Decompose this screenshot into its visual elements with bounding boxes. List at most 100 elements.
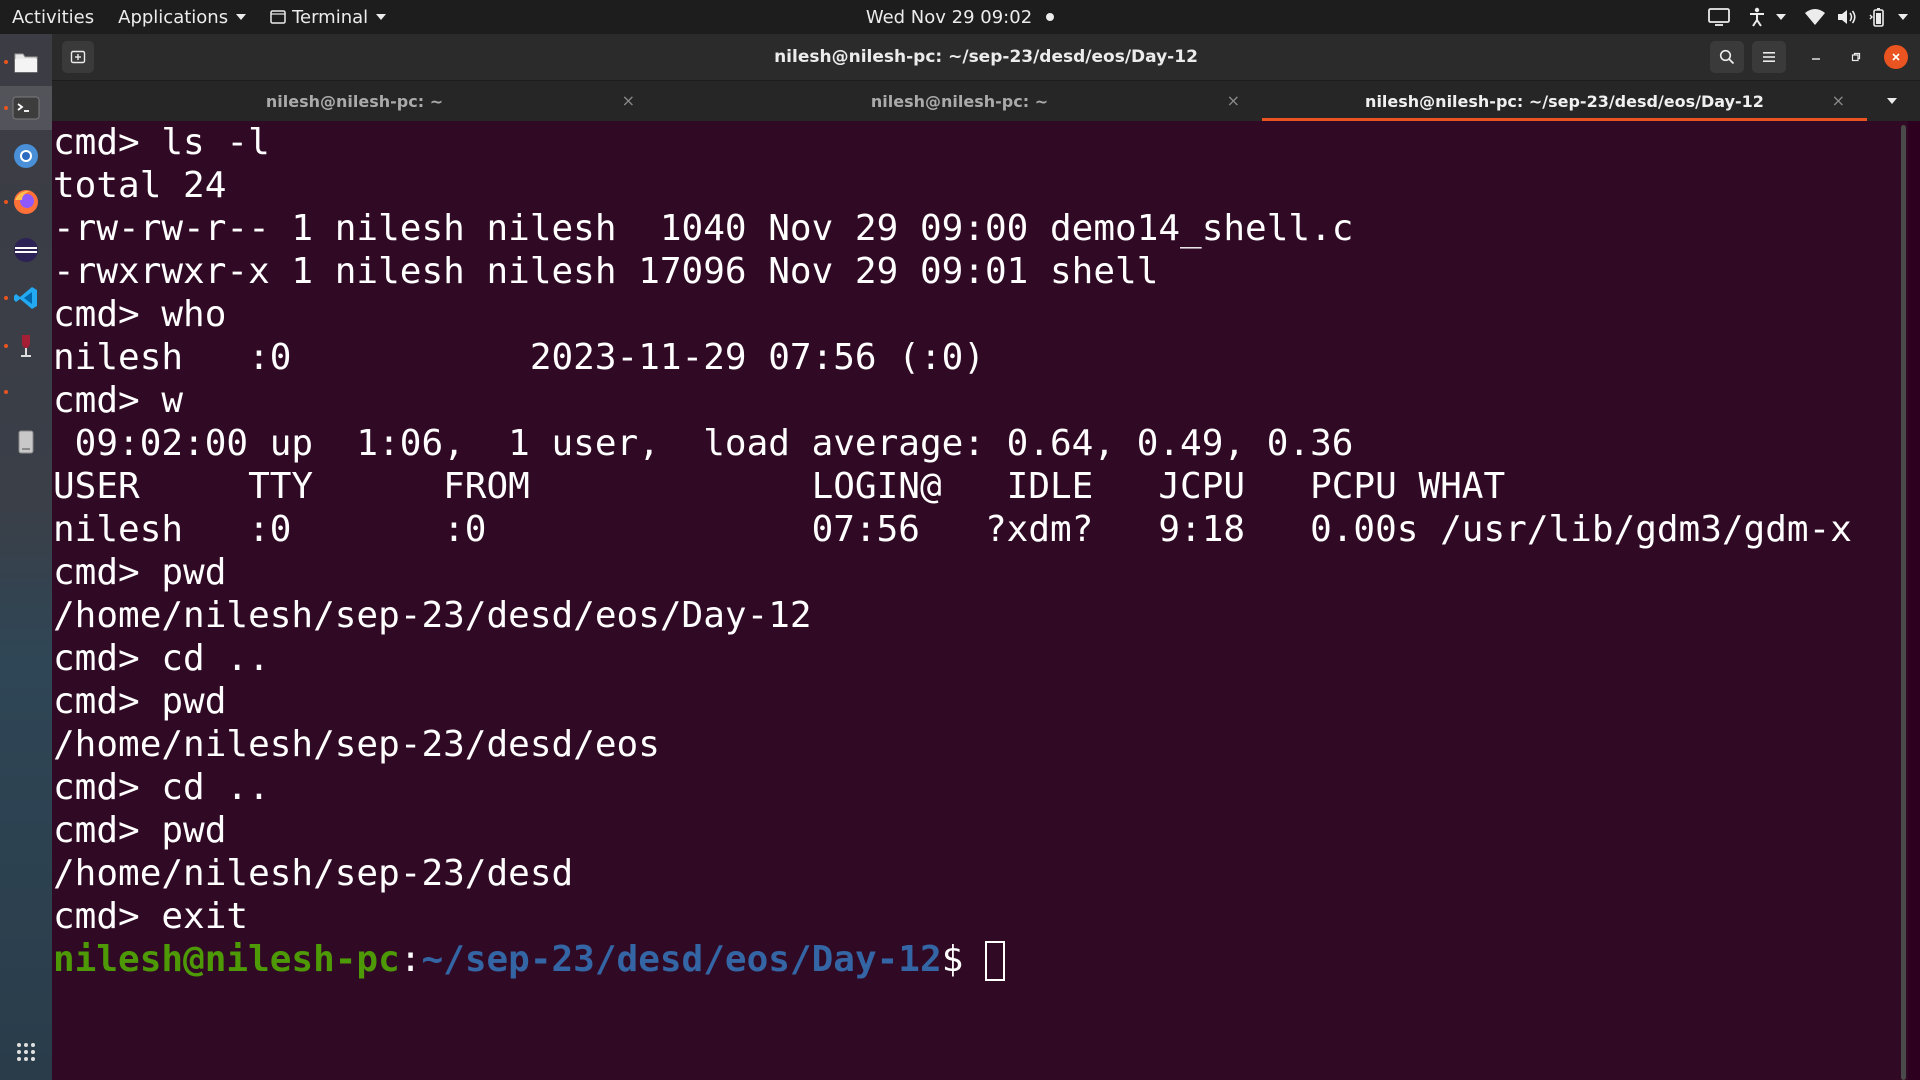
show-apps-button[interactable] [0, 1032, 52, 1072]
chevron-down-icon [1776, 14, 1786, 20]
accessibility-icon [1750, 7, 1764, 27]
dock-firefox[interactable] [0, 180, 52, 224]
dock-wine[interactable] [0, 324, 52, 368]
battery-icon [1869, 8, 1884, 27]
minimize-button[interactable] [1804, 45, 1828, 69]
hamburger-icon [1763, 52, 1775, 62]
tab-close-icon[interactable]: × [622, 91, 635, 110]
window-header: nilesh@nilesh-pc: ~/sep-23/desd/eos/Day-… [52, 34, 1920, 81]
screen-share-icon[interactable] [1708, 8, 1730, 26]
terminal-line: cmd> who [53, 294, 227, 335]
prompt-user-host: nilesh@nilesh-pc [53, 939, 400, 980]
tab-home-1[interactable]: nilesh@nilesh-pc: ~ × [52, 81, 657, 121]
tab-home-2[interactable]: nilesh@nilesh-pc: ~ × [657, 81, 1262, 121]
notification-dot-icon [1046, 13, 1055, 21]
running-indicator [4, 106, 8, 110]
maximize-button[interactable] [1844, 45, 1868, 69]
top-bar: Activities Applications Terminal Wed Nov… [0, 0, 1920, 34]
dock-vscode[interactable] [0, 276, 52, 320]
terminal-line: cmd> w [53, 380, 184, 421]
prompt-path: ~/sep-23/desd/eos/Day-12 [421, 939, 942, 980]
window-title: nilesh@nilesh-pc: ~/sep-23/desd/eos/Day-… [774, 47, 1198, 67]
terminal-line: 09:02:00 up 1:06, 1 user, load average: … [53, 423, 1354, 464]
running-indicator [4, 344, 8, 348]
terminal-line: nilesh :0 2023-11-29 07:56 (:0) [53, 337, 985, 378]
eclipse-icon [14, 238, 38, 262]
terminal-icon [12, 96, 40, 120]
dock-eclipse[interactable] [0, 228, 52, 272]
tab-label: nilesh@nilesh-pc: ~ [265, 91, 444, 111]
tab-label: nilesh@nilesh-pc: ~ [870, 91, 1049, 111]
tab-day-12[interactable]: nilesh@nilesh-pc: ~/sep-23/desd/eos/Day-… [1262, 81, 1867, 121]
firefox-icon [14, 190, 38, 214]
search-icon [1719, 49, 1735, 65]
chromium-icon [14, 144, 38, 168]
tab-close-icon[interactable]: × [1832, 91, 1845, 110]
show-apps-icon [17, 1043, 35, 1061]
chevron-down-icon [1887, 98, 1897, 104]
tab-bar: nilesh@nilesh-pc: ~ × nilesh@nilesh-pc: … [52, 81, 1920, 121]
restore-icon [1851, 52, 1861, 62]
terminal-line: nilesh :0 :0 07:56 ?xdm? 9:18 0.00s /usr… [53, 509, 1852, 550]
terminal-line: total 24 [53, 165, 227, 206]
close-icon [1892, 53, 1900, 61]
chevron-down-icon [236, 14, 247, 20]
clock[interactable]: Wed Nov 29 09:02 [866, 7, 1032, 28]
terminal-line: /home/nilesh/sep-23/desd/eos [53, 724, 660, 765]
terminal-line: -rw-rw-r-- 1 nilesh nilesh 1040 Nov 29 0… [53, 208, 1354, 249]
close-window-button[interactable] [1884, 45, 1908, 69]
applications-label: Applications [118, 6, 229, 28]
terminal-app-menu[interactable]: Terminal [258, 0, 398, 34]
applications-menu[interactable]: Applications [106, 0, 258, 34]
terminal-line: cmd> ls -l [53, 122, 270, 163]
scrollbar[interactable] [1901, 125, 1906, 1080]
terminal-line: -rwxrwxr-x 1 nilesh nilesh 17096 Nov 29 … [53, 251, 1159, 292]
search-button[interactable] [1710, 41, 1744, 73]
tab-label: nilesh@nilesh-pc: ~/sep-23/desd/eos/Day-… [1365, 91, 1764, 111]
minimize-icon [1812, 58, 1820, 60]
dock-unknown[interactable] [0, 370, 52, 414]
vscode-icon [14, 287, 37, 309]
usb-drive-icon [18, 430, 34, 454]
terminal-line: USER TTY FROM LOGIN@ IDLE JCPU PCPU WHAT [53, 466, 1506, 507]
dock-usb-drive[interactable] [0, 420, 52, 464]
wine-icon [21, 335, 31, 357]
terminal-line: cmd> pwd [53, 552, 227, 593]
running-indicator [4, 296, 8, 300]
terminal-line: cmd> pwd [53, 810, 227, 851]
tab-close-icon[interactable]: × [1227, 91, 1240, 110]
terminal-line: /home/nilesh/sep-23/desd [53, 853, 574, 894]
running-indicator [4, 60, 8, 64]
chevron-down-icon [376, 14, 387, 20]
prompt-dollar: $ [941, 939, 964, 980]
shell-prompt: nilesh@nilesh-pc:~/sep-23/desd/eos/Day-1… [53, 938, 1852, 981]
text-cursor[interactable] [985, 941, 1006, 981]
new-tab-icon [70, 50, 86, 64]
volume-icon [1838, 10, 1856, 24]
dock-files[interactable] [0, 40, 52, 84]
hamburger-menu-button[interactable] [1752, 41, 1786, 73]
terminal-line: cmd> exit [53, 896, 249, 937]
wifi-icon [1805, 9, 1825, 25]
running-indicator [4, 390, 8, 394]
terminal-line: cmd> pwd [53, 681, 227, 722]
system-menu[interactable] [1804, 7, 1908, 27]
prompt-colon: : [399, 939, 422, 980]
chevron-down-icon [1898, 14, 1908, 20]
terminal-line: cmd> cd .. [53, 638, 270, 679]
new-tab-button[interactable] [62, 41, 94, 73]
accessibility-menu[interactable] [1748, 7, 1786, 27]
terminal-small-icon [270, 10, 286, 24]
running-indicator [4, 200, 8, 204]
activities-button[interactable]: Activities [0, 0, 106, 34]
terminal-output[interactable]: cmd> ls -l total 24 -rw-rw-r-- 1 nilesh … [52, 121, 1908, 1080]
terminal-line: cmd> cd .. [53, 767, 270, 808]
terminal-lines: cmd> ls -l total 24 -rw-rw-r-- 1 nilesh … [53, 121, 1852, 981]
terminal-line: /home/nilesh/sep-23/desd/eos/Day-12 [53, 595, 812, 636]
files-icon [14, 53, 38, 73]
tab-list-button[interactable] [1876, 81, 1908, 121]
dock-terminal[interactable] [0, 86, 52, 130]
app-menu-label: Terminal [292, 6, 369, 28]
dock-chromium[interactable] [0, 134, 52, 178]
activities-label: Activities [12, 6, 95, 28]
